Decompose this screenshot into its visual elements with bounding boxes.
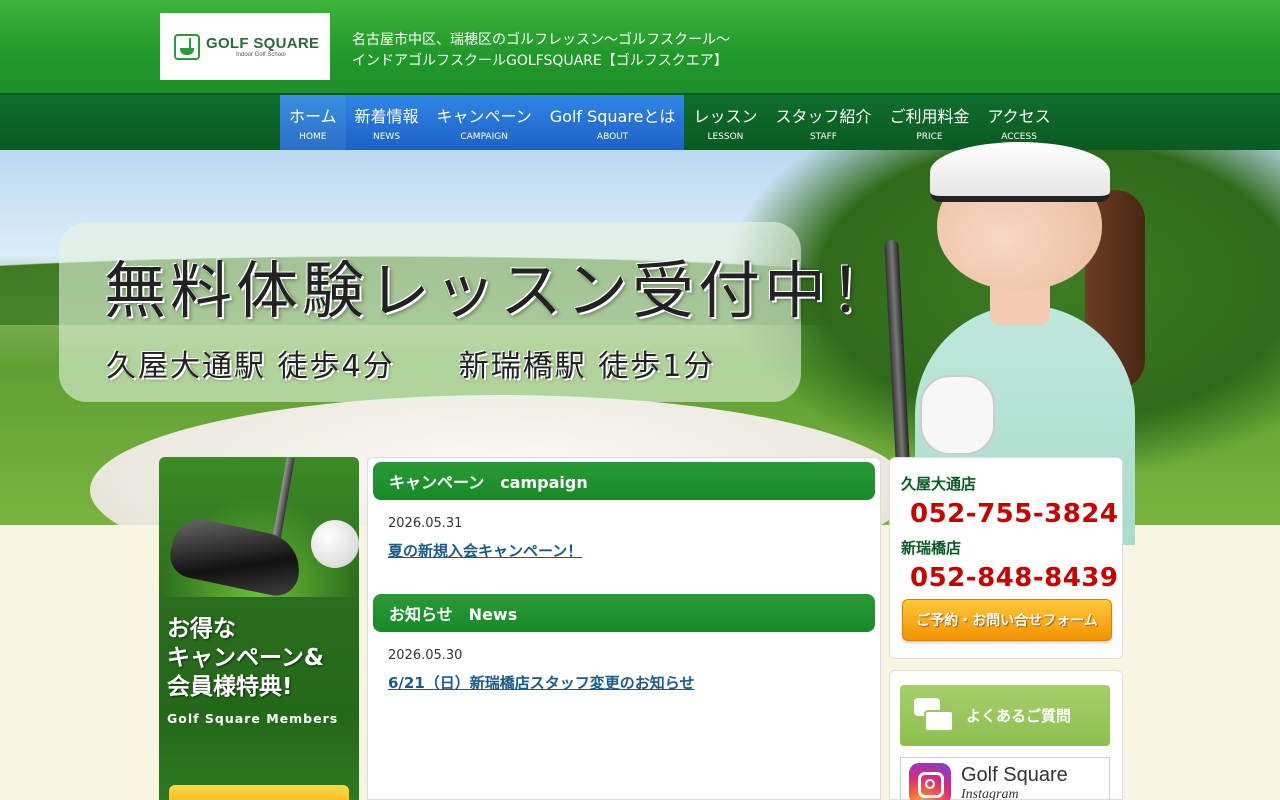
golf-ball-graphic bbox=[311, 520, 359, 568]
faq-button[interactable]: よくあるご質問 bbox=[900, 685, 1110, 746]
members-banner-subtitle: Golf Square Members bbox=[167, 711, 339, 726]
members-banner-title-line-2: キャンペーン& bbox=[167, 645, 324, 671]
golfer-glove bbox=[920, 375, 995, 455]
site-header: GOLF SQUARE Indoor Golf School 名古屋市中区、瑞穂… bbox=[0, 0, 1280, 93]
nav-news-sublabel: NEWS bbox=[373, 132, 401, 142]
nav-about[interactable]: Golf Squareとは ABOUT bbox=[540, 95, 685, 150]
nav-about-sublabel: ABOUT bbox=[596, 132, 629, 142]
tagline-line-2: インドアゴルフスクールGOLFSQUARE【ゴルフスクエア】 bbox=[352, 53, 728, 69]
news-heading: お知らせ News bbox=[373, 594, 875, 632]
nav-access-label: アクセス bbox=[987, 107, 1051, 126]
logo-icon bbox=[174, 33, 200, 60]
main-content: キャンペーン campaign 2026.05.31 夏の新規入会キャンペーン！… bbox=[367, 457, 881, 800]
hero-stations: 久屋大通駅 徒歩4分 新瑞橋駅 徒歩1分 bbox=[106, 341, 715, 385]
instagram-label: Golf Square bbox=[961, 764, 1068, 786]
nav-price[interactable]: ご利用料金 PRICE bbox=[880, 95, 978, 150]
news-post-link[interactable]: 6/21（日）新瑞橋店スタッフ変更のお知らせ bbox=[388, 672, 695, 693]
contact-form-button[interactable]: ご予約・お問い合せフォーム bbox=[902, 599, 1112, 641]
campaign-post-link[interactable]: 夏の新規入会キャンペーン！ bbox=[388, 540, 582, 561]
shop-tel-aratamabashi[interactable]: 052-848-8439 bbox=[910, 563, 1119, 593]
nav-news[interactable]: 新着情報 NEWS bbox=[345, 95, 428, 150]
sidebar-links: よくあるご質問 Golf Square Instagram bbox=[889, 670, 1123, 800]
members-banner-title-line-3: 会員様特典! bbox=[167, 674, 293, 700]
campaign-heading: キャンペーン campaign bbox=[373, 462, 875, 500]
nav-lesson-sublabel: LESSON bbox=[707, 132, 744, 142]
nav-access-sublabel: ACCESS bbox=[1001, 132, 1037, 142]
site-tagline: 名古屋市中区、瑞穂区のゴルフレッスン〜ゴルフスクール〜 インドアゴルフスクールG… bbox=[352, 30, 730, 72]
nav-campaign-sublabel: CAMPAIGN bbox=[460, 132, 508, 142]
members-banner-title-line-1: お得な bbox=[167, 616, 236, 642]
chat-bubbles-icon bbox=[914, 697, 954, 734]
members-campaign-banner[interactable]: お得な キャンペーン& 会員様特典! Golf Square Members bbox=[159, 457, 359, 800]
shop-tel-hisaya[interactable]: 052-755-3824 bbox=[910, 499, 1119, 529]
contact-box: 久屋大通店 052-755-3824 新瑞橋店 052-848-8439 ご予約… bbox=[889, 457, 1123, 659]
nav-staff[interactable]: スタッフ紹介 STAFF bbox=[766, 95, 880, 150]
nav-lesson[interactable]: レッスン LESSON bbox=[684, 95, 766, 150]
nav-lesson-label: レッスン bbox=[693, 107, 758, 126]
site-logo[interactable]: GOLF SQUARE Indoor Golf School bbox=[160, 13, 330, 80]
campaign-post-date: 2026.05.31 bbox=[388, 516, 463, 531]
instagram-sublabel: Instagram bbox=[961, 787, 1019, 800]
nav-home-label: ホーム bbox=[289, 107, 337, 126]
shop-name-hisaya: 久屋大通店 bbox=[901, 475, 977, 493]
nav-price-sublabel: PRICE bbox=[916, 132, 943, 142]
logo-text: GOLF SQUARE bbox=[206, 35, 320, 52]
news-post-date: 2026.05.30 bbox=[388, 648, 463, 663]
nav-home[interactable]: ホーム HOME bbox=[280, 95, 346, 150]
nav-news-label: 新着情報 bbox=[354, 107, 419, 126]
instagram-link[interactable]: Golf Square Instagram bbox=[900, 757, 1110, 800]
hero-title: 無料体験レッスン受付中！ bbox=[104, 254, 897, 327]
nav-home-sublabel: HOME bbox=[299, 132, 327, 142]
members-banner-button[interactable] bbox=[169, 785, 349, 800]
hero-station-1: 久屋大通駅 徒歩4分 bbox=[106, 349, 395, 384]
logo-subtext: Indoor Golf School bbox=[236, 52, 286, 58]
nav-about-label: Golf Squareとは bbox=[549, 107, 676, 126]
nav-campaign-label: キャンペーン bbox=[436, 107, 532, 126]
tagline-line-1: 名古屋市中区、瑞穂区のゴルフレッスン〜ゴルフスクール〜 bbox=[352, 32, 730, 48]
faq-label: よくあるご質問 bbox=[966, 707, 1072, 725]
instagram-icon bbox=[909, 763, 951, 800]
main-nav: ホーム HOME 新着情報 NEWS キャンペーン CAMPAIGN Golf … bbox=[0, 93, 1280, 150]
hero-station-2: 新瑞橋駅 徒歩1分 bbox=[458, 349, 716, 384]
nav-campaign[interactable]: キャンペーン CAMPAIGN bbox=[427, 95, 541, 150]
members-banner-title: お得な キャンペーン& 会員様特典! bbox=[167, 615, 357, 702]
nav-staff-label: スタッフ紹介 bbox=[775, 107, 872, 126]
nav-price-label: ご利用料金 bbox=[889, 107, 970, 126]
golfer-visor bbox=[930, 142, 1110, 202]
nav-staff-sublabel: STAFF bbox=[809, 132, 837, 142]
shop-name-aratamabashi: 新瑞橋店 bbox=[901, 539, 962, 557]
